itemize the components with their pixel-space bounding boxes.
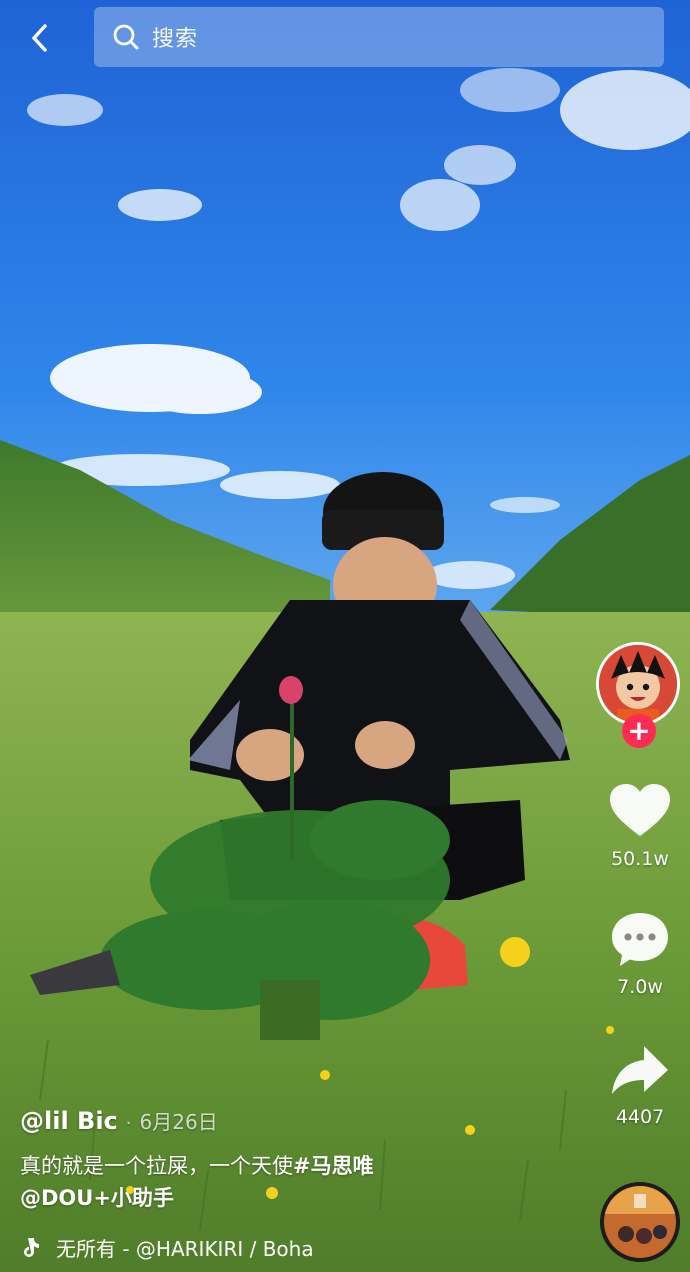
heart-icon [608,782,672,842]
search-icon [112,23,140,51]
video-description: 真的就是一个拉屎，一个天使#马思唯 [20,1150,580,1182]
music-note-icon [20,1236,40,1258]
video-caption: @lil Bic · 6月26日 真的就是一个拉屎，一个天使#马思唯 @DOU+… [20,1106,580,1214]
author-avatar-group[interactable]: + [596,642,684,748]
description-text: 真的就是一个拉屎，一个天使 [20,1154,293,1178]
comment-count: 7.0w [617,976,663,998]
music-disc[interactable] [600,1182,680,1262]
post-date: 6月26日 [139,1110,218,1134]
author-username[interactable]: @lil Bic [20,1107,118,1135]
video-scene [0,0,690,1272]
search-placeholder: 搜索 [152,27,199,52]
music-info[interactable]: 无所有 - @HARIKIRI / Boha [20,1230,370,1264]
search-bar[interactable]: 搜索 [94,7,664,67]
share-count: 4407 [615,1106,665,1128]
comment-bubble-icon [608,910,672,970]
separator-dot: · [125,1113,132,1134]
back-arrow-icon [29,22,51,54]
follow-button[interactable]: + [622,714,656,748]
back-button[interactable] [22,20,58,56]
share-button[interactable]: 4407 [596,1040,684,1128]
music-title: 无所有 - @HARIKIRI / Boha [56,1236,314,1261]
plus-icon: + [627,714,651,747]
share-arrow-icon [608,1040,672,1100]
video-frame[interactable] [0,0,690,1272]
like-count: 50.1w [611,848,669,870]
mention-link[interactable]: @DOU+小助手 [20,1182,580,1214]
comment-button[interactable]: 7.0w [596,910,684,998]
like-button[interactable]: 50.1w [596,782,684,870]
album-art [604,1186,676,1258]
hashtag-link[interactable]: #马思唯 [293,1154,374,1178]
